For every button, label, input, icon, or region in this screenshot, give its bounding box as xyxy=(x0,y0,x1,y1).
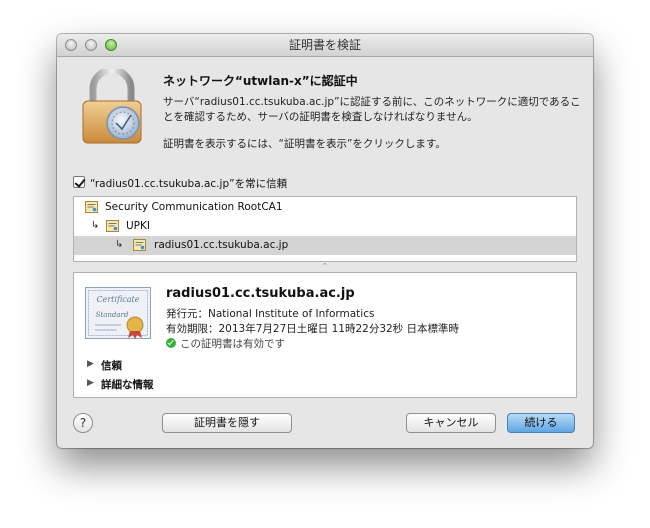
child-arrow-icon: ↳ xyxy=(91,220,100,231)
tree-item-upki[interactable]: ↳ UPKI xyxy=(74,217,576,236)
certificate-icon xyxy=(85,201,98,213)
certificate-detail-panel: Certificate Standard radius01.cc.tsukuba… xyxy=(73,272,577,398)
disclosure-triangle-icon[interactable]: ▶ xyxy=(87,378,94,388)
certificate-name: radius01.cc.tsukuba.ac.jp xyxy=(166,286,355,301)
certificate-dialog: 証明書を検証 ネットワーク“utwlan-x”に認証中 サーバ“radius01… xyxy=(57,34,593,448)
cancel-button[interactable]: キャンセル xyxy=(406,413,496,433)
certificate-icon xyxy=(106,220,119,232)
child-arrow-icon: ↳ xyxy=(115,239,124,250)
tree-item-server-cert[interactable]: ↳ radius01.cc.tsukuba.ac.jp xyxy=(74,236,576,255)
dialog-description: サーバ“radius01.cc.tsukuba.ac.jp”に認証する前に、この… xyxy=(163,96,581,123)
disclosure-details[interactable]: 詳細な情報 xyxy=(101,377,154,392)
split-view-handle[interactable]: ⌃ xyxy=(321,263,329,270)
certificate-icon xyxy=(133,239,146,251)
certificate-status: この証明書は有効です xyxy=(180,338,285,350)
tree-item-label: UPKI xyxy=(126,220,150,232)
certificate-issuer: 発行元：National Institute of Informatics xyxy=(166,308,375,320)
certificate-large-icon: Certificate Standard xyxy=(85,287,151,339)
title-bar[interactable]: 証明書を検証 xyxy=(57,34,593,57)
certificate-image-subtitle: Standard xyxy=(96,311,129,319)
always-trust-checkbox[interactable] xyxy=(73,176,85,188)
disclosure-trust[interactable]: 信頼 xyxy=(101,358,122,373)
tree-item-label: Security Communication RootCA1 xyxy=(105,201,283,213)
lock-icon xyxy=(82,69,142,144)
hide-certificate-button[interactable]: 証明書を隠す xyxy=(162,413,292,433)
certificate-expiration: 有効期限：2013年7月27日土曜日 11時22分32秒 日本標準時 xyxy=(166,323,460,335)
window-title: 証明書を検証 xyxy=(288,38,361,52)
always-trust-label[interactable]: “radius01.cc.tsukuba.ac.jp”を常に信頼 xyxy=(90,176,287,191)
certificate-image-title: Certificate xyxy=(97,295,140,304)
continue-button[interactable]: 続ける xyxy=(507,413,575,433)
tree-item-root-ca[interactable]: Security Communication RootCA1 xyxy=(74,198,576,217)
dialog-heading: ネットワーク“utwlan-x”に認証中 xyxy=(163,74,358,88)
dialog-instruction: 証明書を表示するには、“証明書を表示”をクリックします。 xyxy=(163,138,446,150)
valid-check-icon xyxy=(166,338,176,348)
help-button[interactable]: ? xyxy=(73,413,93,433)
certificate-chain-tree[interactable]: Security Communication RootCA1 ↳ UPKI ↳ … xyxy=(73,196,577,262)
tree-item-label: radius01.cc.tsukuba.ac.jp xyxy=(154,239,289,251)
disclosure-triangle-icon[interactable]: ▶ xyxy=(87,359,94,369)
